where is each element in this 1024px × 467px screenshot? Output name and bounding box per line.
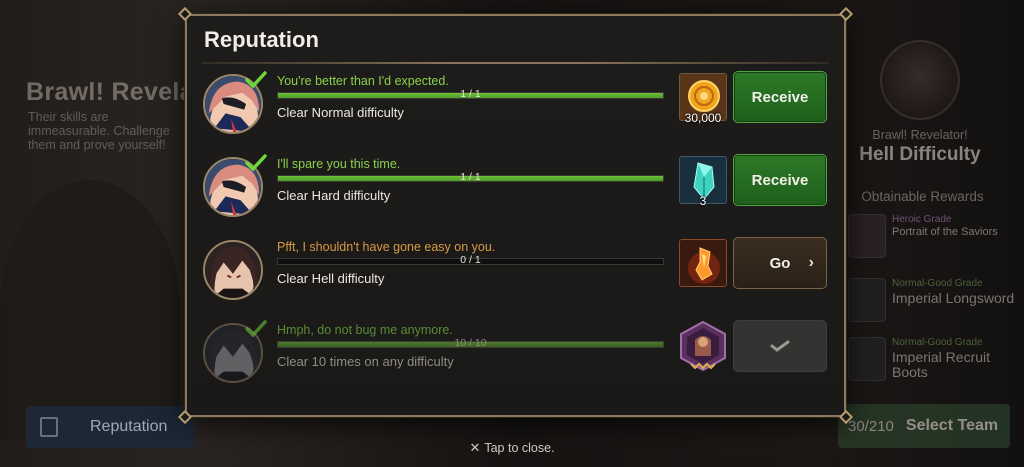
receive-button[interactable]: Receive — [733, 154, 827, 206]
mission-task: Clear Hard difficulty — [277, 188, 391, 203]
go-button[interactable]: Go › — [733, 237, 827, 289]
mission-quote: Pfft, I shouldn't have gone easy on you. — [277, 240, 496, 254]
reward-grade: Heroic Grade — [892, 214, 952, 225]
flame-rune-icon[interactable] — [679, 239, 727, 287]
mission-row: Hmph, do not bug me anymore. 10 / 10 Cle… — [201, 320, 833, 392]
stamina-count: 30/210 — [848, 417, 894, 435]
reward-name: Imperial Recruit Boots — [892, 349, 991, 380]
reward-count: 30,000 — [684, 111, 722, 125]
check-icon — [245, 320, 267, 338]
mission-task: Clear Hell difficulty — [277, 271, 385, 286]
checkmark-icon — [770, 340, 790, 352]
reward-item[interactable]: Heroic Grade Portrait of the Saviors — [848, 214, 1018, 264]
mission-quote: I'll spare you this time. — [277, 157, 401, 171]
boss-subtitle: Brawl! Revelator! — [872, 128, 968, 142]
reward-grade: Normal-Good Grade — [892, 337, 983, 348]
progress-text: 1 / 1 — [460, 88, 481, 100]
mission-row: Pfft, I shouldn't have gone easy on you.… — [201, 237, 833, 309]
tap-to-close-label: Tap to close. — [484, 441, 555, 455]
reputation-modal: Reputation You're better than I'd expect… — [177, 6, 854, 425]
reward-item[interactable]: Normal-Good Grade Imperial Recruit Boots — [848, 337, 1018, 387]
boots-thumb — [848, 337, 886, 381]
reward-item[interactable]: Normal-Good Grade Imperial Longsword — [848, 278, 1018, 328]
reputation-button-label: Reputation — [90, 418, 168, 435]
reward-name: Imperial Longsword — [892, 290, 1015, 306]
reputation-icon — [40, 417, 58, 437]
reward-name: Portrait of the Saviors — [892, 226, 998, 238]
receive-button-label: Receive — [751, 88, 809, 106]
reward-grade: Normal-Good Grade — [892, 278, 983, 289]
progress-text: 1 / 1 — [460, 171, 481, 183]
mission-task: Clear Normal difficulty — [277, 105, 404, 120]
mission-row: You're better than I'd expected. 1 / 1 C… — [201, 71, 833, 143]
mission-quote: You're better than I'd expected. — [277, 74, 449, 88]
modal-title: Reputation — [204, 27, 319, 52]
portrait-reward-icon[interactable] — [677, 320, 729, 372]
mission-quote: Hmph, do not bug me anymore. — [277, 323, 453, 337]
character-avatar — [203, 240, 263, 300]
select-team-label: Select Team — [905, 417, 999, 434]
close-icon: ✕ — [469, 440, 481, 455]
tap-to-close[interactable]: ✕ Tap to close. — [0, 440, 1024, 456]
reward-count: 3 — [699, 194, 707, 208]
background-arch — [0, 180, 180, 440]
boss-portrait — [880, 40, 960, 120]
mission-task: Clear 10 times on any difficulty — [277, 354, 454, 369]
go-button-label: Go — [769, 254, 791, 272]
title-divider — [202, 62, 829, 64]
receive-button[interactable]: Receive — [733, 71, 827, 123]
progress-text: 0 / 1 — [460, 254, 481, 266]
sword-thumb — [848, 278, 886, 322]
obtainable-rewards-heading: Obtainable Rewards — [861, 189, 984, 204]
stage-description: Their skills are immeasurable. Challenge… — [28, 110, 170, 152]
receive-button-label: Receive — [751, 171, 809, 189]
check-icon — [245, 71, 267, 89]
progress-text: 10 / 10 — [454, 337, 487, 349]
difficulty-title: Hell Difficulty — [859, 144, 981, 165]
check-icon — [245, 154, 267, 172]
mission-row: I'll spare you this time. 1 / 1 Clear Ha… — [201, 154, 833, 226]
portrait-thumb — [848, 214, 886, 258]
chevron-right-icon: › — [808, 254, 814, 271]
claimed-button — [733, 320, 827, 372]
